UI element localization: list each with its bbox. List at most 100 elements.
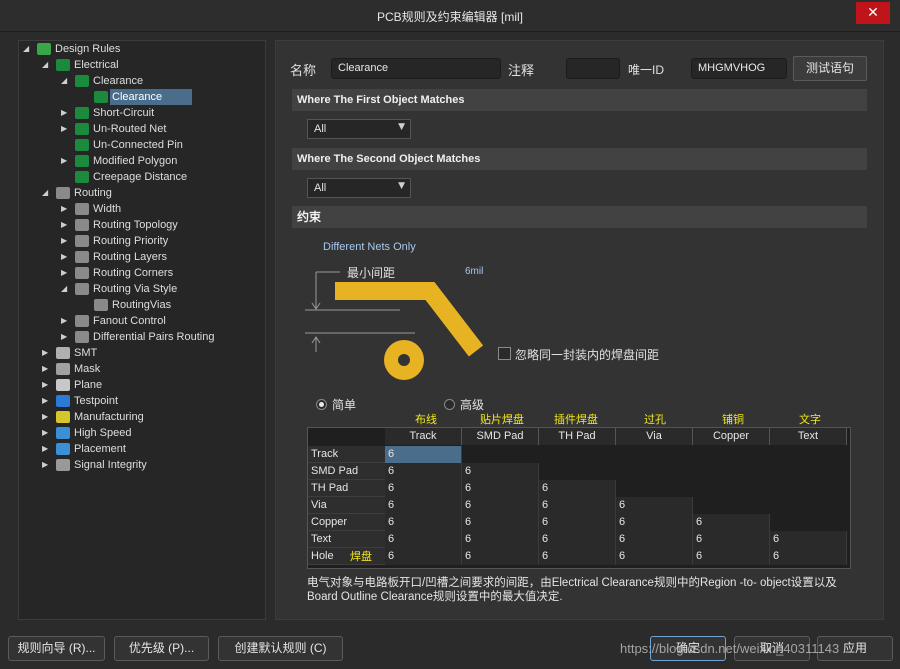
placement-icon bbox=[56, 443, 70, 455]
uid-input[interactable]: MHGMVHOG bbox=[691, 58, 787, 79]
tree-item-label: SMT bbox=[74, 347, 98, 359]
collapse-arrow-icon[interactable]: ◢ bbox=[23, 41, 33, 57]
collapse-arrow-icon[interactable]: ◢ bbox=[42, 57, 52, 73]
matrix-cell[interactable]: 6 bbox=[462, 463, 539, 480]
collapse-arrow-icon[interactable] bbox=[61, 137, 71, 153]
tree-item-label: Routing Corners bbox=[93, 267, 174, 279]
matrix-cell[interactable]: 6 bbox=[385, 531, 462, 548]
matrix-row-label: Via bbox=[308, 497, 385, 514]
fanout-icon bbox=[75, 315, 89, 327]
expand-arrow-icon[interactable]: ▶ bbox=[61, 233, 71, 249]
manufacturing-icon bbox=[56, 411, 70, 423]
name-label: 名称 bbox=[290, 63, 317, 78]
signal-integrity-icon bbox=[56, 459, 70, 471]
matrix-cell[interactable]: 6 bbox=[693, 514, 770, 531]
first-match-dropdown[interactable]: All ▼ bbox=[307, 119, 411, 139]
high-speed-icon bbox=[56, 427, 70, 439]
first-match-header: Where The First Object Matches bbox=[292, 89, 867, 111]
expand-arrow-icon[interactable]: ▶ bbox=[42, 361, 52, 377]
collapse-arrow-icon[interactable] bbox=[61, 169, 71, 185]
expand-arrow-icon[interactable]: ▶ bbox=[61, 121, 71, 137]
collapse-arrow-icon[interactable] bbox=[80, 89, 90, 105]
ignore-pad-checkbox[interactable] bbox=[498, 347, 511, 360]
matrix-cell[interactable]: 6 bbox=[539, 497, 616, 514]
via-style-icon bbox=[75, 283, 89, 295]
second-match-dropdown[interactable]: All ▼ bbox=[307, 178, 411, 198]
corners-icon bbox=[75, 267, 89, 279]
tree-item-label: Routing Layers bbox=[93, 251, 167, 263]
rules-folder-icon bbox=[37, 43, 51, 55]
matrix-cell[interactable]: 6 bbox=[539, 514, 616, 531]
matrix-cell[interactable]: 6 bbox=[539, 480, 616, 497]
expand-arrow-icon[interactable]: ▶ bbox=[42, 409, 52, 425]
comment-input[interactable] bbox=[566, 58, 620, 79]
uid-label: 唯一ID bbox=[628, 63, 665, 77]
matrix-cell[interactable]: 6 bbox=[693, 548, 770, 565]
expand-arrow-icon[interactable]: ▶ bbox=[61, 217, 71, 233]
matrix-row-label: Text bbox=[308, 531, 385, 548]
testpoint-icon bbox=[56, 395, 70, 407]
matrix-cell[interactable]: 6 bbox=[462, 497, 539, 514]
ignore-pad-label: 忽略同一封装内的焊盘间距 bbox=[515, 348, 660, 362]
matrix-cell[interactable]: 6 bbox=[385, 446, 462, 463]
matrix-cell[interactable]: 6 bbox=[385, 463, 462, 480]
chevron-down-icon: ▼ bbox=[398, 122, 405, 132]
tree-item-label: Placement bbox=[74, 443, 126, 455]
expand-arrow-icon[interactable]: ▶ bbox=[42, 457, 52, 473]
expand-arrow-icon[interactable]: ▶ bbox=[61, 329, 71, 345]
advanced-mode-radio[interactable] bbox=[444, 399, 455, 410]
matrix-cell[interactable]: 6 bbox=[462, 548, 539, 565]
expand-arrow-icon[interactable]: ▶ bbox=[61, 105, 71, 121]
priority-button[interactable]: 优先级 (P)... bbox=[114, 636, 209, 661]
matrix-cell[interactable]: 6 bbox=[539, 531, 616, 548]
matrix-cell[interactable]: 6 bbox=[385, 497, 462, 514]
plane-icon bbox=[56, 379, 70, 391]
simple-mode-radio[interactable] bbox=[316, 399, 327, 410]
matrix-cell[interactable]: 6 bbox=[462, 514, 539, 531]
matrix-column-header: TH Pad bbox=[539, 428, 616, 445]
expand-arrow-icon[interactable]: ▶ bbox=[61, 265, 71, 281]
collapse-arrow-icon[interactable] bbox=[80, 297, 90, 313]
create-default-rules-button[interactable]: 创建默认规则 (C) bbox=[218, 636, 343, 661]
collapse-arrow-icon[interactable]: ◢ bbox=[61, 73, 71, 89]
name-input[interactable]: Clearance bbox=[331, 58, 501, 79]
collapse-arrow-icon[interactable]: ◢ bbox=[42, 185, 52, 201]
matrix-cell[interactable]: 6 bbox=[385, 514, 462, 531]
expand-arrow-icon[interactable]: ▶ bbox=[61, 201, 71, 217]
matrix-cell[interactable]: 6 bbox=[539, 548, 616, 565]
matrix-cell[interactable]: 6 bbox=[616, 514, 693, 531]
expand-arrow-icon[interactable]: ▶ bbox=[61, 249, 71, 265]
expand-arrow-icon[interactable]: ▶ bbox=[61, 153, 71, 169]
electrical-icon bbox=[56, 59, 70, 71]
first-match-value: All bbox=[314, 123, 327, 135]
expand-arrow-icon[interactable]: ▶ bbox=[42, 345, 52, 361]
expand-arrow-icon[interactable]: ▶ bbox=[61, 313, 71, 329]
expand-arrow-icon[interactable]: ▶ bbox=[42, 441, 52, 457]
matrix-cell[interactable]: 6 bbox=[770, 531, 847, 548]
expand-arrow-icon[interactable]: ▶ bbox=[42, 393, 52, 409]
matrix-cell[interactable]: 6 bbox=[616, 531, 693, 548]
watermark: https://blog.csdn.net/weixin_40311143 bbox=[620, 641, 840, 656]
tree-item-label: Routing Topology bbox=[93, 219, 178, 231]
close-button[interactable]: ✕ bbox=[856, 2, 890, 24]
matrix-cell[interactable]: 6 bbox=[385, 548, 462, 565]
smt-icon bbox=[56, 347, 70, 359]
matrix-cell[interactable]: 6 bbox=[693, 531, 770, 548]
test-query-button[interactable]: 测试语句 bbox=[793, 56, 867, 81]
tree-item-label: Un-Routed Net bbox=[93, 123, 167, 135]
constraints-header: 约束 bbox=[292, 206, 867, 228]
expand-arrow-icon[interactable]: ▶ bbox=[42, 425, 52, 441]
matrix-column-header: SMD Pad bbox=[462, 428, 539, 445]
hole-note: 焊盘 bbox=[350, 551, 372, 563]
matrix-cell[interactable]: 6 bbox=[385, 480, 462, 497]
rules-tree[interactable]: ◢ Design Rules ◢ Electrical ◢ Clearance Cleara… bbox=[18, 40, 266, 620]
collapse-arrow-icon[interactable]: ◢ bbox=[61, 281, 71, 297]
rule-wizard-button[interactable]: 规则向导 (R)... bbox=[8, 636, 105, 661]
matrix-cell[interactable]: 6 bbox=[462, 480, 539, 497]
matrix-cell[interactable]: 6 bbox=[616, 548, 693, 565]
column-note: 文字 bbox=[799, 414, 821, 426]
matrix-cell[interactable]: 6 bbox=[770, 548, 847, 565]
matrix-cell[interactable]: 6 bbox=[462, 531, 539, 548]
expand-arrow-icon[interactable]: ▶ bbox=[42, 377, 52, 393]
matrix-cell[interactable]: 6 bbox=[616, 497, 693, 514]
